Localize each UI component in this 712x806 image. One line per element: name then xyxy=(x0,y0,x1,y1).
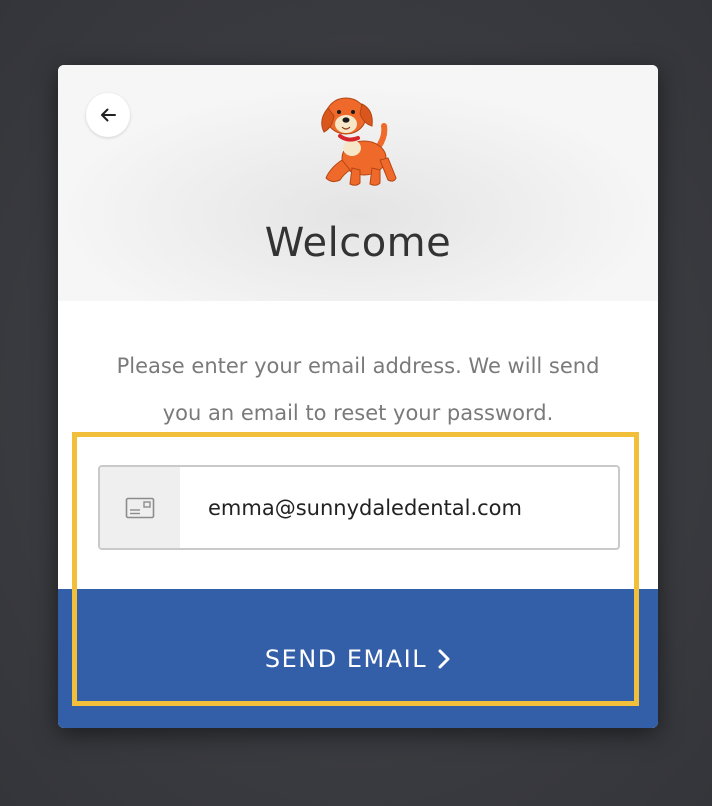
envelope-icon xyxy=(125,497,155,519)
chevron-right-icon xyxy=(437,648,451,670)
page-title: Welcome xyxy=(264,220,452,266)
email-input[interactable] xyxy=(180,467,610,548)
send-email-button[interactable]: SEND EMAIL xyxy=(58,589,658,728)
email-icon-box xyxy=(100,467,180,548)
reset-password-card: Welcome Please enter your email address.… xyxy=(58,65,658,728)
instructions-text: Please enter your email address. We will… xyxy=(116,354,600,425)
email-field[interactable] xyxy=(98,465,620,550)
back-button[interactable] xyxy=(86,93,130,137)
send-email-label: SEND EMAIL xyxy=(264,644,428,673)
arrow-left-icon xyxy=(98,105,118,125)
card-header: Welcome xyxy=(58,65,658,301)
dog-mascot-logo xyxy=(314,90,404,190)
